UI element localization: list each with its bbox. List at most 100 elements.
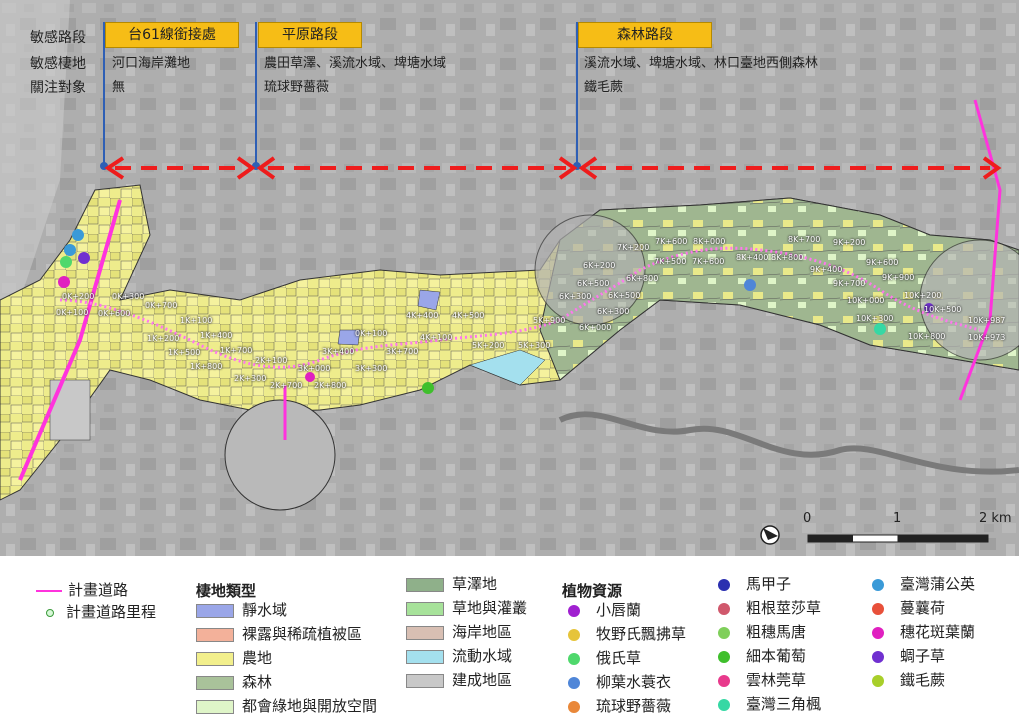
plant-dot-icon	[872, 578, 884, 591]
plant-dot-icon	[568, 628, 580, 641]
milepost-label: 6K+000	[579, 323, 612, 332]
swatch-icon	[406, 649, 444, 664]
legend-habitat-item: 草澤地	[406, 574, 497, 594]
milepost-label: 10K+200	[904, 291, 942, 300]
section-box-forest[interactable]: 森林路段	[578, 22, 712, 48]
swatch-icon	[196, 627, 234, 642]
habitat-t61: 河口海岸灘地	[112, 56, 191, 71]
legend-habitat-item: 海岸地區	[406, 622, 512, 642]
swatch-icon	[196, 603, 234, 618]
section-box-t61[interactable]: 台61線銜接處	[105, 22, 239, 48]
legend-plant-item: 俄氏草	[562, 648, 641, 668]
legend-plant-item: 雲林莞草	[712, 670, 806, 690]
legend-plant-item: 小唇蘭	[562, 600, 641, 620]
legend-plant-item: 細本葡萄	[712, 646, 806, 666]
row-label-section: 敏感路段	[30, 30, 86, 46]
milepost-label: 5K+300	[518, 341, 551, 350]
map-view[interactable]: 敏感路段 敏感棲地 關注對象 台61線銜接處 平原路段 森林路段 河口海岸灘地 …	[0, 0, 1019, 556]
swatch-icon	[406, 673, 444, 688]
plant-dot-icon	[872, 650, 884, 663]
milepost-label: 4K+100	[420, 333, 453, 342]
section-box-plain[interactable]: 平原路段	[258, 22, 362, 48]
legend-plant-item: 臺灣蒲公英	[866, 574, 975, 594]
milepost-label: 7K+200	[617, 243, 650, 252]
focus-forest: 鐵毛蕨	[584, 80, 624, 95]
milepost-label: 0K+300	[112, 292, 145, 301]
plant-point[interactable]	[874, 323, 886, 335]
milepost-label: 5K+900	[533, 316, 566, 325]
plant-point[interactable]	[422, 382, 434, 394]
legend-plant-item: 柳葉水蓑衣	[562, 672, 671, 692]
milepost-label: 1K+100	[180, 316, 213, 325]
milepost-label: 8K+800	[771, 253, 804, 262]
milepost-label: 6K+300	[559, 292, 592, 301]
legend-habitat-item: 靜水域	[196, 600, 287, 620]
milepost-label: 1K+400	[200, 331, 233, 340]
plant-point[interactable]	[72, 229, 84, 241]
milepost-label: 9K+900	[882, 273, 915, 282]
milepost-label: 3K+700	[386, 347, 419, 356]
swatch-icon	[196, 651, 234, 666]
legend-habitat-item: 建成地區	[406, 670, 512, 690]
swatch-icon	[406, 625, 444, 640]
legend-plant-item: 臺灣三角楓	[712, 694, 821, 714]
plant-point[interactable]	[78, 252, 90, 264]
legend-habitat-title: 棲地類型	[196, 582, 257, 600]
milepost-label: 6K+800	[626, 274, 659, 283]
row-label-focus: 關注對象	[30, 80, 86, 96]
milepost-label: 2K+800	[314, 381, 347, 390]
plant-point[interactable]	[58, 276, 70, 288]
plant-dot-icon	[718, 602, 730, 615]
milepost-label: 7K+600	[692, 257, 725, 266]
legend-habitat-item: 裸露與稀疏植被區	[196, 624, 362, 644]
map-canvas	[0, 0, 1019, 556]
milepost-label: 8K+700	[788, 235, 821, 244]
milepost-label: 3K+300	[355, 364, 388, 373]
milepost-label: 3K+400	[322, 347, 355, 356]
milepost-label: 8K+400	[736, 253, 769, 262]
plant-dot-icon	[568, 676, 580, 689]
milepost-label: 9K+400	[810, 265, 843, 274]
scale-tick-2: 2 km	[979, 511, 1012, 526]
swatch-icon	[196, 699, 234, 714]
legend-habitat-item: 草地與灌叢	[406, 598, 527, 618]
milepost-label: 9K+600	[866, 258, 899, 267]
plant-dot-icon	[718, 674, 730, 687]
milepost-label: 6K+300	[597, 307, 630, 316]
plant-point[interactable]	[60, 256, 72, 268]
plant-dot-icon	[872, 626, 884, 639]
habitat-forest: 溪流水域、埤塘水域、林口臺地西側森林	[584, 56, 819, 71]
milepost-label: 6K+200	[583, 261, 616, 270]
legend-plant-item: 蜩子草	[866, 646, 945, 666]
plant-dot-icon	[718, 626, 730, 639]
focus-plain: 琉球野薔薇	[264, 80, 330, 95]
milepost-label: 6K+500	[577, 279, 610, 288]
milepost-label: 2K+300	[234, 374, 267, 383]
legend-habitat-item: 都會綠地與開放空間	[196, 696, 377, 716]
milepost-label: 0K+100	[355, 329, 388, 338]
plant-point[interactable]	[64, 244, 76, 256]
milepost-label: 2K+700	[270, 381, 303, 390]
plant-dot-icon	[872, 674, 884, 687]
milepost-label: 1K+700	[220, 346, 253, 355]
milepost-dot-icon	[46, 608, 54, 617]
plant-dot-icon	[568, 604, 580, 617]
legend-plant-item: 蔓蘘荷	[866, 598, 945, 618]
legend-habitat-item: 森林	[196, 672, 272, 692]
plant-dot-icon	[872, 602, 884, 615]
legend-plant-item: 馬甲子	[712, 574, 791, 594]
plant-dot-icon	[568, 652, 580, 665]
legend-plant-item: 穗花斑葉蘭	[866, 622, 975, 642]
legend-plant-item: 琉球野薔薇	[562, 696, 671, 716]
milepost-label: 10K+973	[968, 333, 1006, 342]
plant-point[interactable]	[744, 279, 756, 291]
milepost-label: 3K+000	[298, 364, 331, 373]
swatch-icon	[406, 577, 444, 592]
habitat-plain: 農田草澤、溪流水域、埤塘水域	[264, 56, 447, 71]
focus-t61: 無	[112, 80, 126, 95]
milepost-label: 10K+987	[968, 316, 1006, 325]
scale-tick-1: 1	[893, 511, 902, 526]
milepost-label: 0K+200	[62, 292, 95, 301]
milepost-label: 10K+800	[908, 332, 946, 341]
milepost-label: 4K+400	[406, 311, 439, 320]
